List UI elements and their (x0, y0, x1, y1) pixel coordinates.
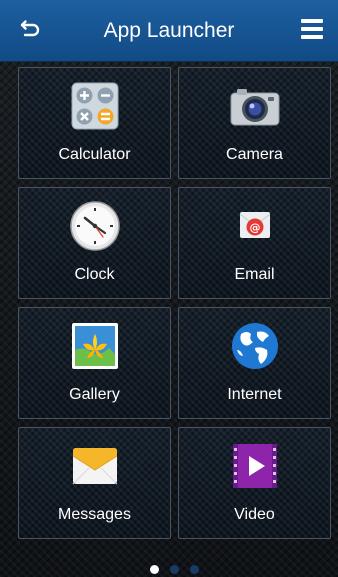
app-launcher-screen: App Launcher Calculator Camera Clock @ E… (0, 0, 338, 577)
clock-icon (69, 201, 120, 251)
app-label: Internet (227, 386, 282, 403)
page-dot-3[interactable] (190, 565, 199, 574)
page-title: App Launcher (103, 19, 235, 42)
globe-icon (231, 323, 278, 369)
app-tile-gallery[interactable]: Gallery (18, 307, 171, 419)
camera-icon (230, 89, 279, 126)
page-dot-2[interactable] (170, 565, 179, 574)
app-label: Camera (226, 146, 283, 163)
app-label: Gallery (69, 386, 120, 403)
app-tile-messages[interactable]: Messages (18, 427, 171, 539)
back-button[interactable] (14, 16, 44, 46)
app-tile-internet[interactable]: Internet (178, 307, 331, 419)
messages-icon (72, 448, 117, 485)
hamburger-menu-icon (301, 19, 323, 23)
email-icon: @ (239, 212, 270, 238)
app-label: Video (234, 506, 275, 523)
hamburger-menu-icon-bar (301, 35, 323, 39)
page-dot-1[interactable] (150, 565, 159, 574)
page-indicator (148, 565, 208, 575)
app-label: Messages (58, 506, 131, 523)
app-label: Email (234, 266, 275, 283)
app-tile-camera[interactable]: Camera (178, 67, 331, 179)
calculator-icon (71, 82, 118, 130)
app-label: Calculator (58, 146, 131, 163)
app-tile-email[interactable]: @ Email (178, 187, 331, 299)
app-tile-video[interactable]: Video (178, 427, 331, 539)
app-label: Clock (74, 266, 115, 283)
app-bar: App Launcher (0, 0, 338, 62)
video-icon (232, 444, 277, 488)
back-arrow-icon (20, 20, 40, 37)
gallery-icon (71, 323, 118, 369)
hamburger-menu-icon-bar (301, 27, 323, 31)
app-tile-clock[interactable]: Clock (18, 187, 171, 299)
menu-button[interactable] (297, 14, 329, 46)
svg-text:@: @ (249, 221, 260, 234)
app-tile-calculator[interactable]: Calculator (18, 67, 171, 179)
